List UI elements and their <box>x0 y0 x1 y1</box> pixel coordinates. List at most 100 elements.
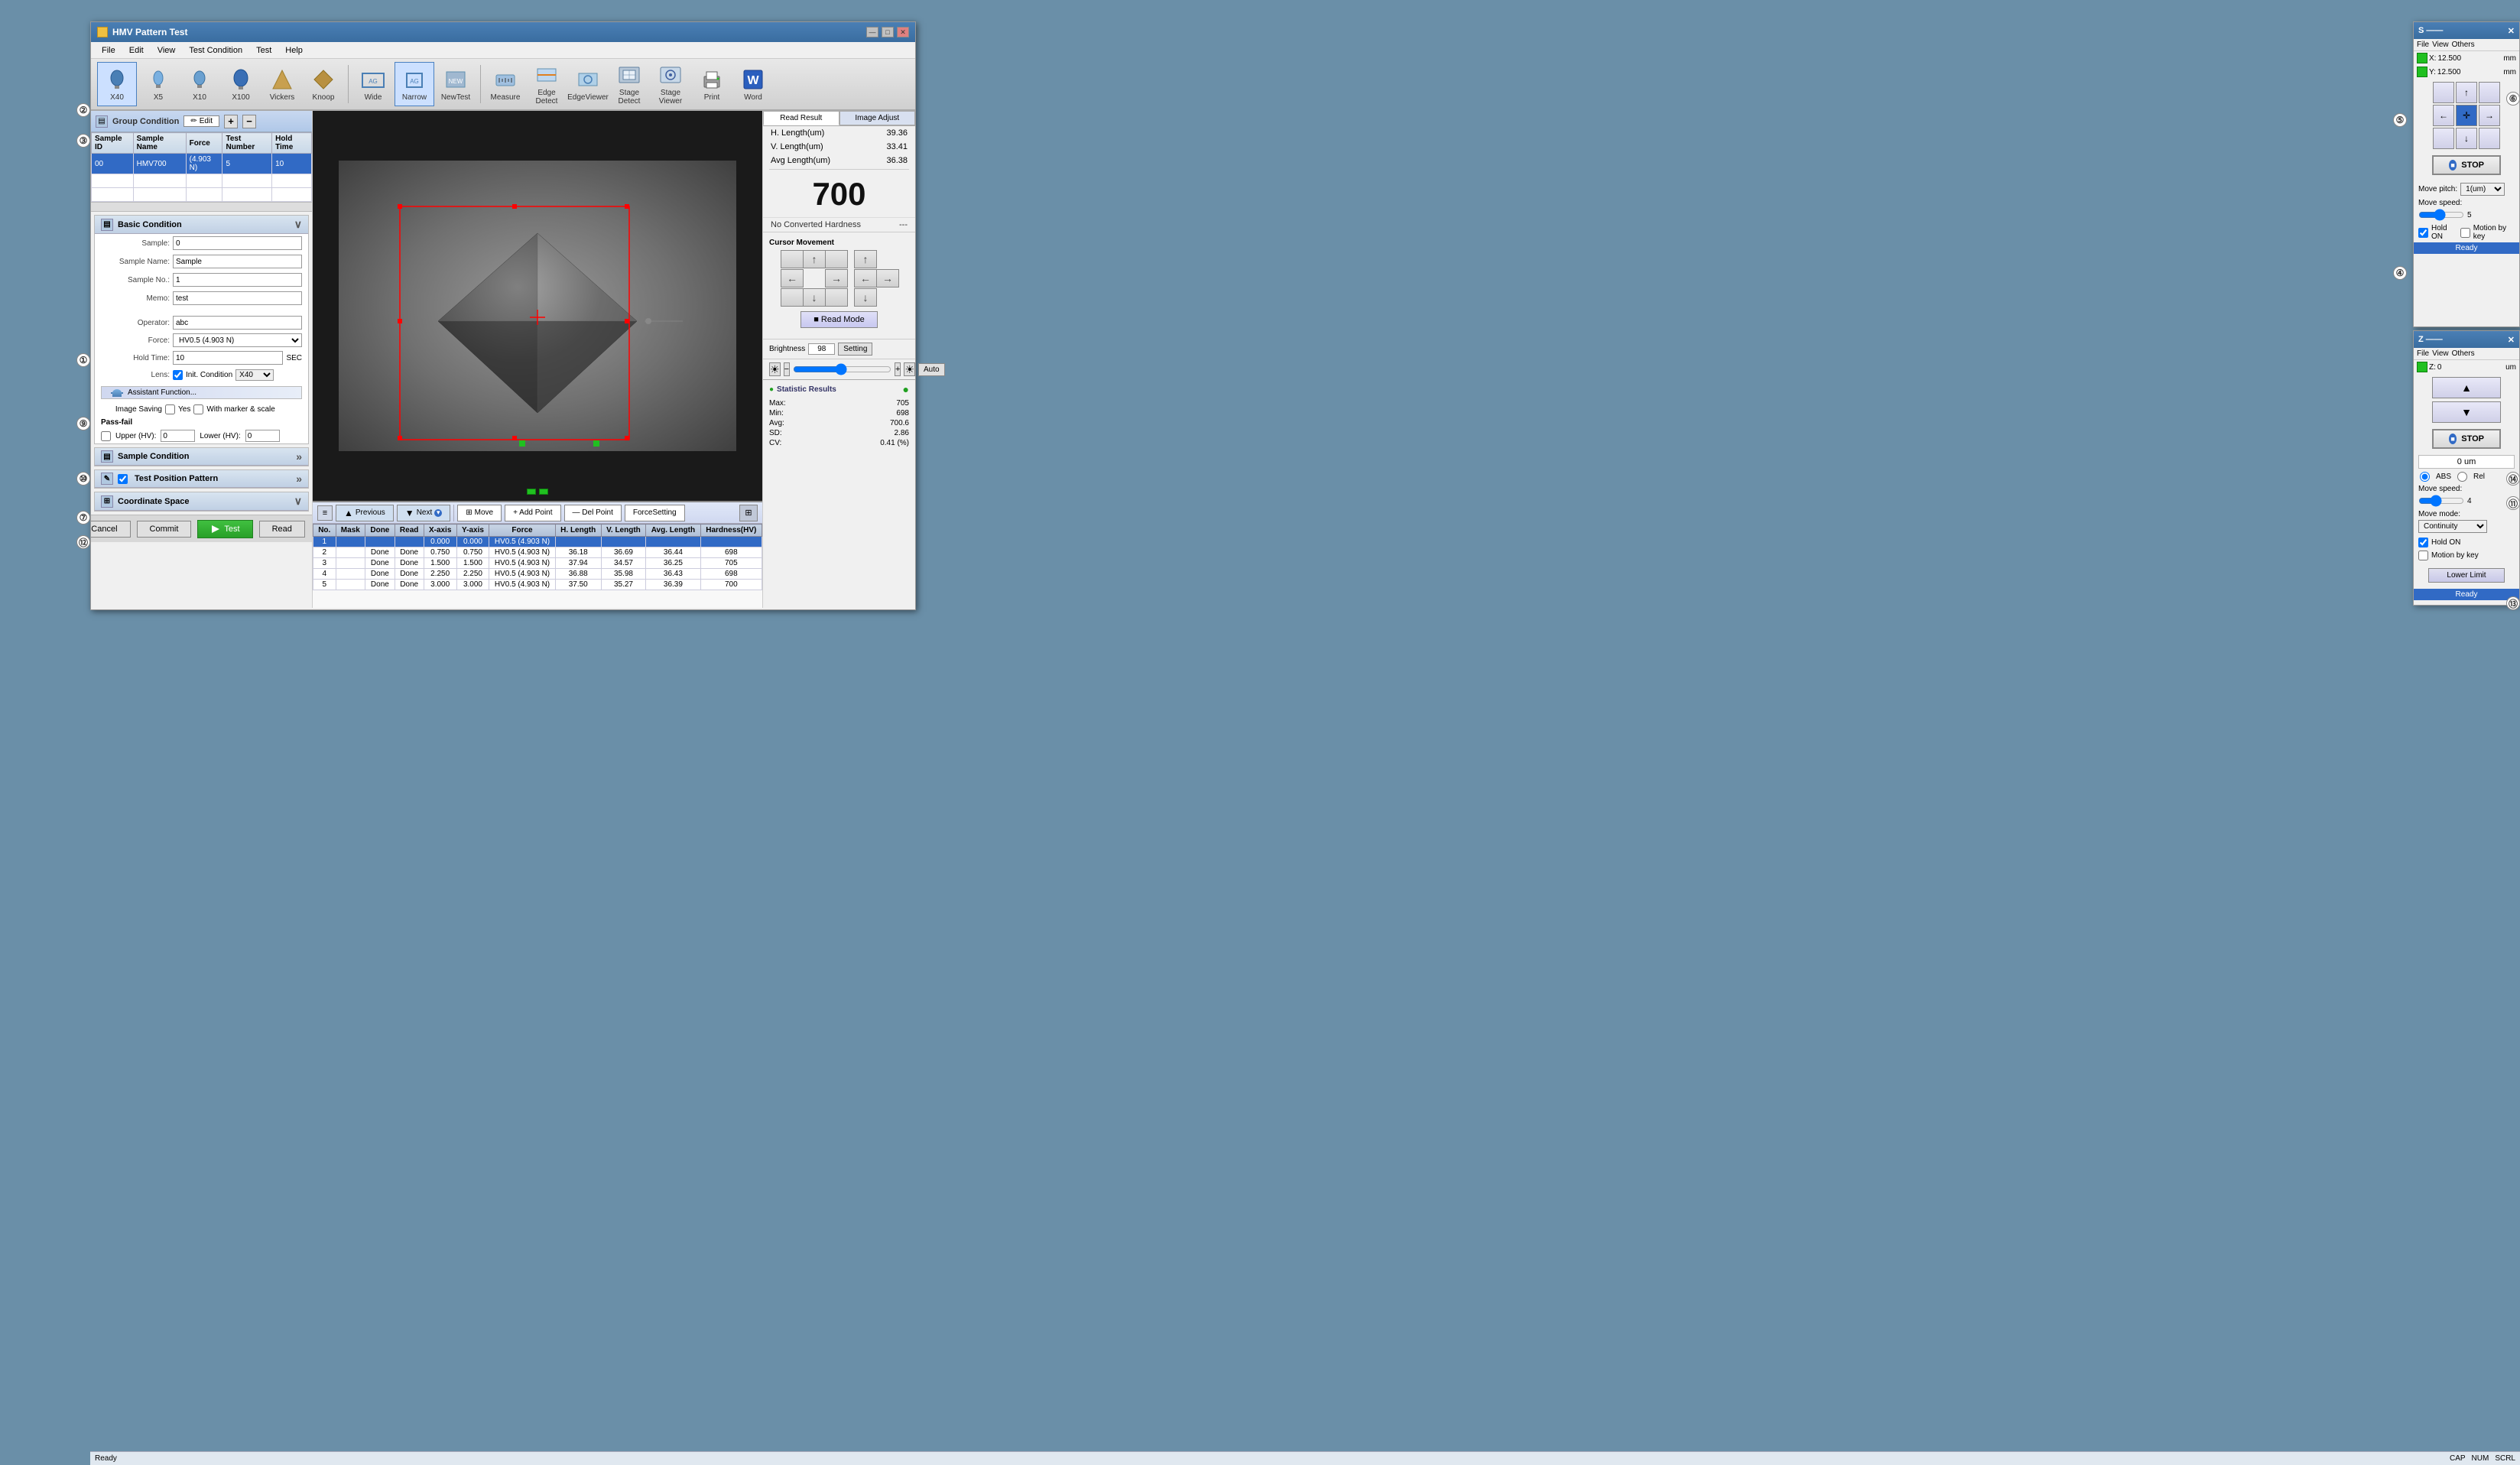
wide-btn[interactable]: AG Wide <box>353 62 393 106</box>
nav-right[interactable]: → <box>2479 105 2500 126</box>
cursor-up-right[interactable] <box>825 250 848 268</box>
mode-select[interactable]: Continuity Step <box>2418 520 2487 533</box>
z-motion-cb[interactable] <box>2418 551 2428 560</box>
stage-detect-btn[interactable]: Stage Detect <box>609 62 649 106</box>
gc-edit-btn[interactable]: ✏ Edit <box>183 115 219 127</box>
sc-toggle[interactable]: » <box>296 450 302 463</box>
minimize-btn[interactable]: — <box>866 27 878 37</box>
stop-btn[interactable]: ■ STOP <box>2432 155 2501 175</box>
sample-name-input[interactable] <box>173 255 302 268</box>
cursor-down-left[interactable] <box>781 288 804 307</box>
z-close[interactable]: ✕ <box>2508 335 2515 345</box>
grid-scrollbar[interactable] <box>91 202 312 211</box>
cursor-up-left[interactable] <box>781 250 804 268</box>
s-file[interactable]: File <box>2417 41 2429 49</box>
hold-on-cb[interactable] <box>2418 228 2428 238</box>
nav-up-right[interactable] <box>2479 82 2500 103</box>
sample-condition-header[interactable]: ▤ Sample Condition » <box>95 448 308 466</box>
assistant-btn[interactable]: Assistant Function... <box>101 386 302 399</box>
commit-btn[interactable]: Commit <box>137 521 192 538</box>
image-saving-marker-cb[interactable] <box>193 404 203 414</box>
hold-time-input[interactable] <box>173 351 283 365</box>
data-row-3[interactable]: 3 Done Done 1.500 1.500 HV0.5 (4.903 N) … <box>313 558 762 569</box>
del-point-btn[interactable]: — Del Point <box>564 505 622 521</box>
memo-input[interactable] <box>173 291 302 305</box>
cursor-down-right[interactable] <box>825 288 848 307</box>
stage-viewer-btn[interactable]: Stage Viewer <box>651 62 690 106</box>
lower-input[interactable] <box>245 430 280 442</box>
menu-view[interactable]: View <box>151 44 182 57</box>
table-menu-btn[interactable]: ≡ <box>317 505 333 521</box>
prev-btn[interactable]: ▲ Previous <box>336 505 394 521</box>
data-row-1[interactable]: 1 HMV HMV 0.000 0.000 HV0.5 (4.903 N) <box>313 537 762 547</box>
lens-select[interactable]: X40 <box>235 369 274 381</box>
z-file[interactable]: File <box>2417 349 2429 358</box>
nav-up[interactable]: ↑ <box>2456 82 2477 103</box>
move-pitch-select[interactable]: 1(um) 5(um) 10(um) <box>2460 183 2505 196</box>
z-up-btn[interactable]: ▲ <box>2432 377 2501 398</box>
brightness-plus[interactable]: + <box>895 362 901 376</box>
cursor-r-down[interactable]: ↓ <box>854 288 877 307</box>
s-close[interactable]: ✕ <box>2508 26 2515 36</box>
narrow-btn[interactable]: AG Narrow <box>395 62 434 106</box>
lens-checkbox[interactable] <box>173 370 183 380</box>
maximize-btn[interactable]: □ <box>882 27 894 37</box>
data-row-2[interactable]: 2 Done Done 0.750 0.750 HV0.5 (4.903 N) … <box>313 547 762 558</box>
obj-x10-btn[interactable]: X10 <box>180 62 219 106</box>
read-btn[interactable]: Read <box>259 521 305 538</box>
abs-radio[interactable] <box>2420 472 2430 482</box>
tpp-toggle[interactable]: » <box>296 473 302 485</box>
operator-input[interactable] <box>173 316 302 330</box>
newtest-btn[interactable]: NEW NewTest <box>436 62 476 106</box>
cursor-r-right[interactable]: → <box>876 269 899 287</box>
nav-down-left[interactable] <box>2433 128 2454 149</box>
z-view[interactable]: View <box>2432 349 2449 358</box>
obj-x40-btn[interactable]: X40 <box>97 62 137 106</box>
tpp-header[interactable]: ✎ Test Position Pattern » <box>95 470 308 488</box>
cursor-up[interactable]: ↑ <box>803 250 826 268</box>
setting-btn[interactable]: Setting <box>838 343 872 356</box>
measure-btn[interactable]: Measure <box>485 62 525 106</box>
lower-limit-btn[interactable]: Lower Limit <box>2428 568 2505 583</box>
read-mode-btn[interactable]: ■ Read Mode <box>800 311 878 328</box>
test-btn[interactable]: Test <box>197 520 252 538</box>
z-speed-slider[interactable] <box>2418 495 2464 507</box>
table-row[interactable] <box>92 174 312 188</box>
table-row[interactable]: 00 HMV700 (4.903 N) 5 10 <box>92 154 312 174</box>
brightness-slider[interactable] <box>793 365 891 374</box>
data-row-5[interactable]: 5 Done Done 3.000 3.000 HV0.5 (4.903 N) … <box>313 580 762 590</box>
tpp-checkbox[interactable] <box>118 474 128 484</box>
obj-x100-btn[interactable]: X100 <box>221 62 261 106</box>
s-others[interactable]: Others <box>2452 41 2475 49</box>
sample-no-input[interactable] <box>173 273 302 287</box>
table-row[interactable] <box>92 188 312 202</box>
speed-slider[interactable] <box>2418 209 2464 221</box>
edge-detect-btn[interactable]: Edge Detect <box>527 62 567 106</box>
vickers-btn[interactable]: Vickers <box>262 62 302 106</box>
data-row-4[interactable]: 4 Done Done 2.250 2.250 HV0.5 (4.903 N) … <box>313 569 762 580</box>
z-hold-cb[interactable] <box>2418 538 2428 547</box>
nav-up-left[interactable] <box>2433 82 2454 103</box>
brightness-input[interactable] <box>808 343 835 355</box>
coord-header[interactable]: ⊞ Coordinate Space ∨ <box>95 492 308 511</box>
basic-condition-header[interactable]: ▤ Basic Condition ∨ <box>95 216 308 234</box>
force-setting-btn[interactable]: ForceSetting <box>625 505 685 521</box>
cursor-left[interactable]: ← <box>781 269 804 287</box>
cursor-r-left[interactable]: ← <box>854 269 877 287</box>
upper-input[interactable] <box>161 430 195 442</box>
knoop-btn[interactable]: Knoop <box>304 62 343 106</box>
sample-input[interactable] <box>173 236 302 250</box>
edge-viewer-btn[interactable]: EdgeViewer <box>568 62 608 106</box>
z-stop-btn[interactable]: ■ STOP <box>2432 429 2501 449</box>
gc-add-btn[interactable]: + <box>224 115 238 128</box>
upper-cb[interactable] <box>101 431 111 441</box>
menu-help[interactable]: Help <box>279 44 309 57</box>
s-view[interactable]: View <box>2432 41 2449 49</box>
motion-key-cb[interactable] <box>2460 228 2470 238</box>
nav-left[interactable]: ← <box>2433 105 2454 126</box>
obj-x5-btn[interactable]: X5 <box>138 62 178 106</box>
tab-read-result[interactable]: Read Result <box>763 111 839 125</box>
print-btn[interactable]: Print <box>692 62 732 106</box>
cancel-btn[interactable]: Cancel <box>91 521 131 538</box>
menu-file[interactable]: File <box>96 44 122 57</box>
